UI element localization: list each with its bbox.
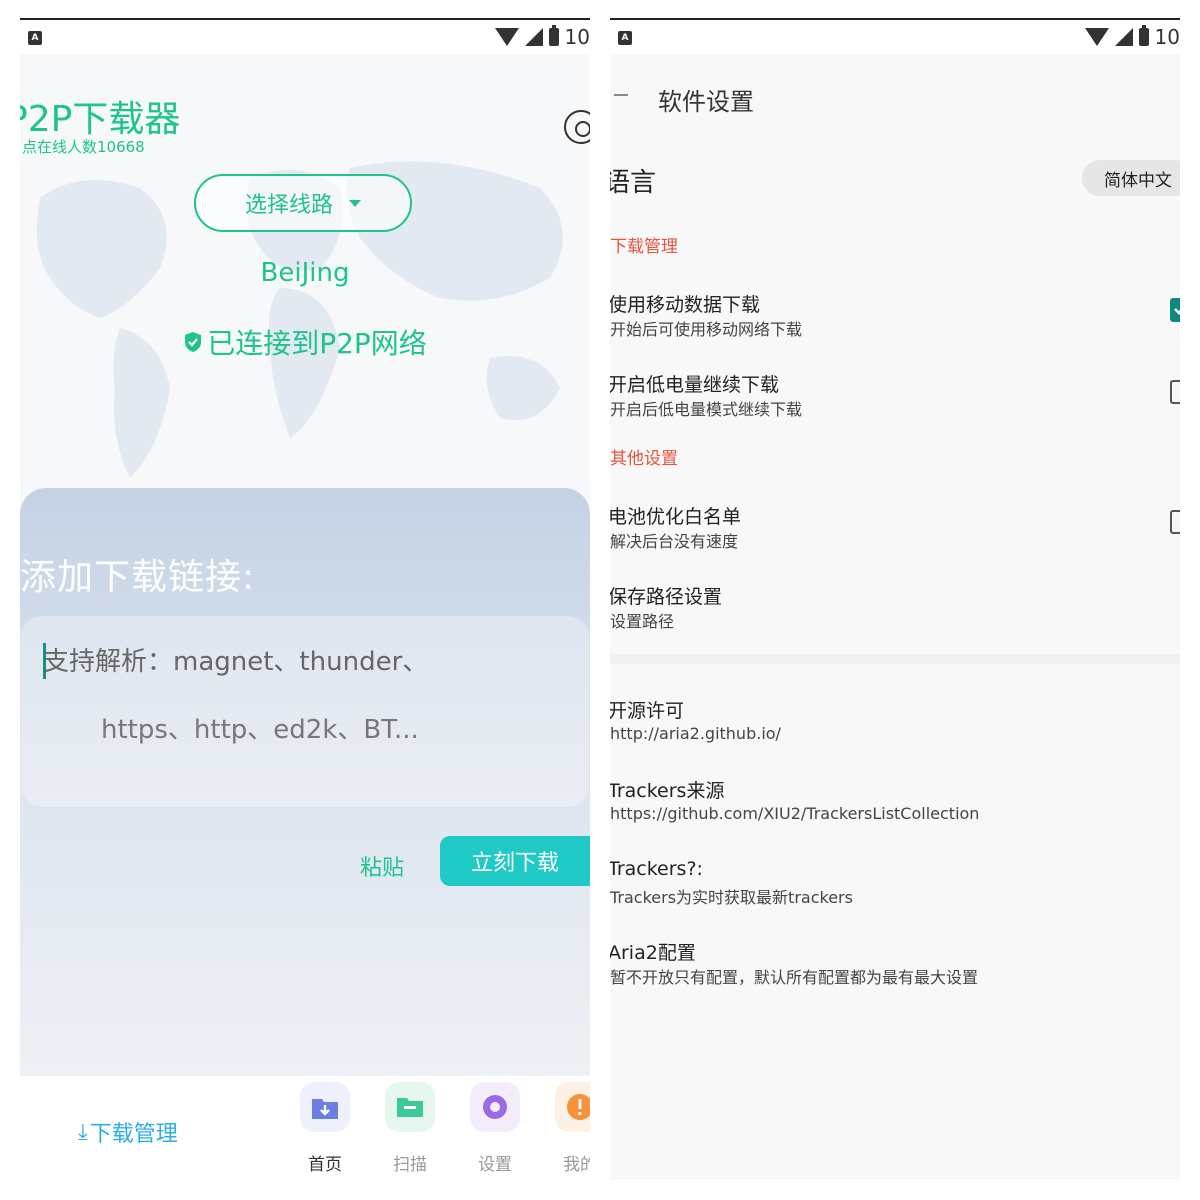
current-city: BeiJing [260, 258, 350, 288]
signal-icon [1114, 28, 1133, 46]
battery-icon [548, 25, 559, 46]
notification-icon: A [618, 31, 632, 45]
license-url[interactable]: http://aria2.github.io/ [610, 724, 781, 743]
mobile-data-checkbox[interactable] [1170, 298, 1180, 322]
battery-whitelist-subtitle: 解决后台没有速度 [610, 532, 739, 551]
section-other-settings: 其他设置 [610, 449, 678, 469]
trackers-info-subtitle: Trackers为实时获取最新trackers [610, 888, 853, 907]
download-now-button[interactable]: 立刻下载 [440, 836, 590, 886]
page-title: 软件设置 [658, 88, 754, 116]
language-select[interactable]: 简体中文 [1082, 160, 1180, 196]
nav-mine-label: 我的 [563, 1155, 590, 1175]
folder-icon [385, 1082, 435, 1132]
battery-level: 10 [564, 25, 590, 49]
download-manager-label: 下载管理 [89, 1122, 178, 1147]
signal-icon [524, 28, 543, 46]
nav-settings[interactable]: 设置 [460, 1082, 530, 1175]
select-route-button[interactable]: 选择线路 [194, 174, 412, 232]
battery-whitelist-checkbox[interactable] [1170, 510, 1180, 534]
nav-mine[interactable]: 我的 [545, 1082, 590, 1175]
battery-level: 10 [1154, 25, 1180, 49]
wifi-icon [494, 28, 519, 46]
aria2-config-title[interactable]: Aria2配置 [610, 938, 696, 965]
battery-whitelist-title: 电池优化白名单 [610, 506, 742, 528]
trackers-source-title[interactable]: Trackers来源 [610, 776, 724, 803]
mobile-data-title: 使用移动数据下载 [610, 294, 761, 316]
battery-icon [1138, 25, 1149, 46]
trackers-source-url[interactable]: https://github.com/XIU2/TrackersListColl… [610, 804, 979, 823]
add-link-card: 添加下载链接: 支持解析：magnet、thunder、 https、http、… [20, 488, 590, 1088]
link-input[interactable]: 支持解析：magnet、thunder、 https、http、ed2k、BT.… [20, 616, 590, 808]
back-arrow-icon[interactable] [614, 94, 628, 96]
section-download-management: 下载管理 [610, 237, 678, 257]
shield-check-icon [185, 332, 202, 352]
bottom-navigation: ⤓ 下载管理 首页 扫描 设置 我的 [20, 1076, 590, 1180]
home-screen: A 10 P2P下载器 点在线人数10668 选择线路 BeiJing 已连接到… [20, 18, 590, 1180]
license-title[interactable]: 开源许可 [610, 696, 684, 723]
trackers-info-title[interactable]: Trackers?: [610, 858, 703, 880]
nav-settings-label: 设置 [478, 1155, 512, 1175]
folder-download-icon [300, 1082, 350, 1132]
aria2-config-subtitle: 暂不开放只有配置，默认所有配置都为最有最大设置 [610, 968, 979, 987]
wifi-icon [1084, 28, 1109, 46]
low-battery-title: 开启低电量继续下载 [610, 374, 780, 396]
save-path-title[interactable]: 保存路径设置 [610, 582, 722, 609]
language-label: 语言 [610, 168, 657, 198]
check-icon [1174, 308, 1180, 315]
input-placeholder-line1: 支持解析：magnet、thunder、 [43, 647, 429, 677]
mobile-data-subtitle: 开始后可使用移动网络下载 [610, 320, 803, 339]
settings-icon[interactable] [564, 110, 590, 144]
low-battery-checkbox[interactable] [1170, 380, 1180, 404]
input-placeholder-line2: https、http、ed2k、BT... [101, 715, 419, 745]
ring-icon [470, 1082, 520, 1132]
paste-button[interactable]: 粘贴 [360, 850, 404, 882]
section-divider [610, 654, 1180, 664]
download-manager-link[interactable]: ⤓ 下载管理 [78, 1116, 178, 1148]
settings-screen: A 10 软件设置 语言 简体中文 下载管理 使用移动数据下载 开始后可使用移动… [610, 18, 1180, 1180]
connection-status-text: 已连接到P2P网络 [207, 327, 427, 360]
download-arrow-icon: ⤓ [78, 1119, 88, 1145]
notification-icon: A [28, 31, 42, 45]
connection-status: 已连接到P2P网络 [20, 322, 590, 362]
select-route-label: 选择线路 [244, 193, 333, 218]
status-bar: A 10 [20, 20, 590, 54]
status-bar: A 10 [610, 20, 1180, 54]
low-battery-subtitle: 开启后低电量模式继续下载 [610, 400, 803, 419]
nav-home[interactable]: 首页 [290, 1082, 360, 1175]
nav-home-label: 首页 [308, 1155, 342, 1175]
nav-scan-label: 扫描 [393, 1155, 427, 1175]
chevron-down-icon [349, 199, 361, 207]
nav-scan[interactable]: 扫描 [375, 1082, 445, 1175]
app-title: P2P下载器 [20, 99, 181, 140]
save-path-subtitle: 设置路径 [610, 612, 675, 631]
add-link-label: 添加下载链接: [20, 557, 256, 598]
online-count: 点在线人数10668 [22, 138, 145, 156]
alert-icon [555, 1082, 590, 1132]
